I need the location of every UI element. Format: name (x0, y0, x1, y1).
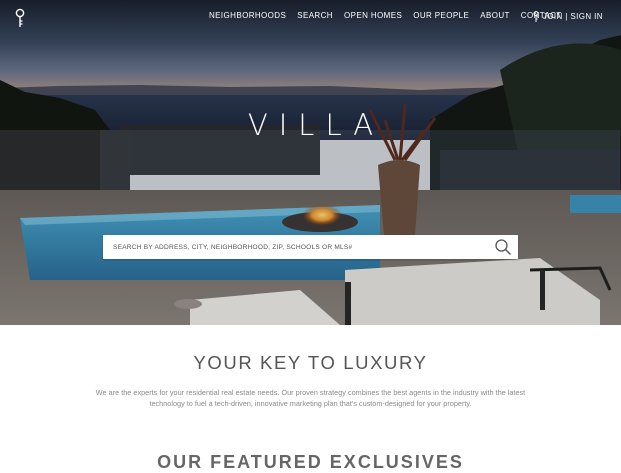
search-icon[interactable] (494, 238, 512, 256)
nav-our-people[interactable]: OUR PEOPLE (413, 11, 469, 20)
nav-search[interactable]: SEARCH (297, 11, 333, 20)
search-bar (103, 235, 518, 259)
nav-about[interactable]: ABOUT (480, 11, 510, 20)
top-navigation: NEIGHBORHOODS SEARCH OPEN HOMES OUR PEOP… (0, 0, 621, 34)
section-heading: YOUR KEY TO LUXURY (193, 352, 428, 373)
join-label: JOIN | SIGN IN (542, 12, 603, 21)
main-nav: NEIGHBORHOODS SEARCH OPEN HOMES OUR PEOP… (209, 11, 562, 20)
key-icon (533, 11, 539, 22)
brand-wordmark: VILLA (247, 108, 385, 142)
hero-image (0, 0, 621, 325)
nav-open-homes[interactable]: OPEN HOMES (344, 11, 402, 20)
key-icon[interactable] (14, 8, 26, 28)
hero-section: NEIGHBORHOODS SEARCH OPEN HOMES OUR PEOP… (0, 0, 621, 325)
nav-neighborhoods[interactable]: NEIGHBORHOODS (209, 11, 286, 20)
join-sign-in-link[interactable]: JOIN | SIGN IN (533, 11, 603, 22)
featured-heading: OUR FEATURED EXCLUSIVES (157, 452, 464, 472)
intro-paragraph: We are the experts for your residential … (95, 388, 526, 408)
search-input[interactable] (103, 235, 483, 259)
